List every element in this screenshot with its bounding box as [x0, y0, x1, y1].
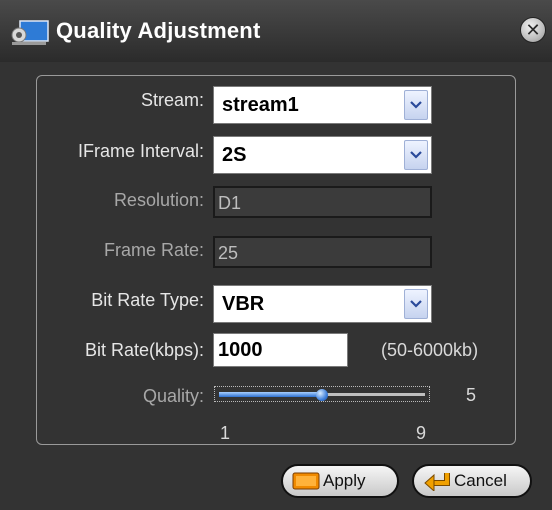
quality-adjustment-dialog: Quality Adjustment ✕ Stream: stream1 IFr… — [0, 0, 552, 510]
apply-button[interactable]: Apply — [281, 464, 399, 498]
slider-thumb[interactable] — [316, 389, 328, 401]
resolution-label: Resolution: — [113, 190, 204, 210]
resolution-value: D1 — [218, 193, 242, 213]
bit-rate-type-select[interactable]: VBR — [213, 285, 432, 323]
resolution-field: D1 — [213, 186, 432, 218]
cancel-button[interactable]: Cancel — [412, 464, 532, 498]
return-arrow-icon — [422, 470, 452, 492]
quality-max-label: 9 — [416, 423, 427, 443]
close-icon[interactable]: ✕ — [520, 17, 546, 43]
iframe-interval-value: 2S — [222, 144, 247, 166]
bit-rate-type-label: Bit Rate Type: — [91, 290, 204, 310]
chevron-down-icon[interactable] — [404, 289, 428, 319]
stream-select[interactable]: stream1 — [213, 86, 432, 124]
bit-rate-label: Bit Rate(kbps): — [84, 340, 204, 360]
frame-rate-value: 25 — [218, 243, 239, 263]
iframe-interval-select[interactable]: 2S — [213, 136, 432, 174]
bit-rate-input[interactable]: 1000 — [213, 333, 348, 367]
quality-value: 5 — [466, 385, 477, 405]
stream-label: Stream: — [140, 90, 204, 110]
iframe-interval-label: IFrame Interval: — [77, 141, 204, 161]
frame-rate-field: 25 — [213, 236, 432, 268]
apply-icon — [291, 470, 321, 492]
quality-slider[interactable] — [214, 386, 430, 402]
chevron-down-icon[interactable] — [404, 140, 428, 170]
film-camera-icon — [11, 20, 49, 45]
title-bar[interactable]: Quality Adjustment ✕ — [0, 0, 552, 62]
window-title: Quality Adjustment — [56, 18, 261, 43]
stream-value: stream1 — [222, 94, 299, 116]
chevron-down-icon[interactable] — [404, 90, 428, 120]
quality-label: Quality: — [142, 386, 204, 406]
slider-fill — [219, 392, 322, 397]
apply-button-label: Apply — [323, 471, 366, 490]
quality-min-label: 1 — [220, 423, 231, 443]
bit-rate-range-hint: (50-6000kb) — [381, 340, 479, 360]
frame-rate-label: Frame Rate: — [103, 240, 204, 260]
bit-rate-type-value: VBR — [222, 293, 265, 315]
cancel-button-label: Cancel — [454, 471, 507, 490]
